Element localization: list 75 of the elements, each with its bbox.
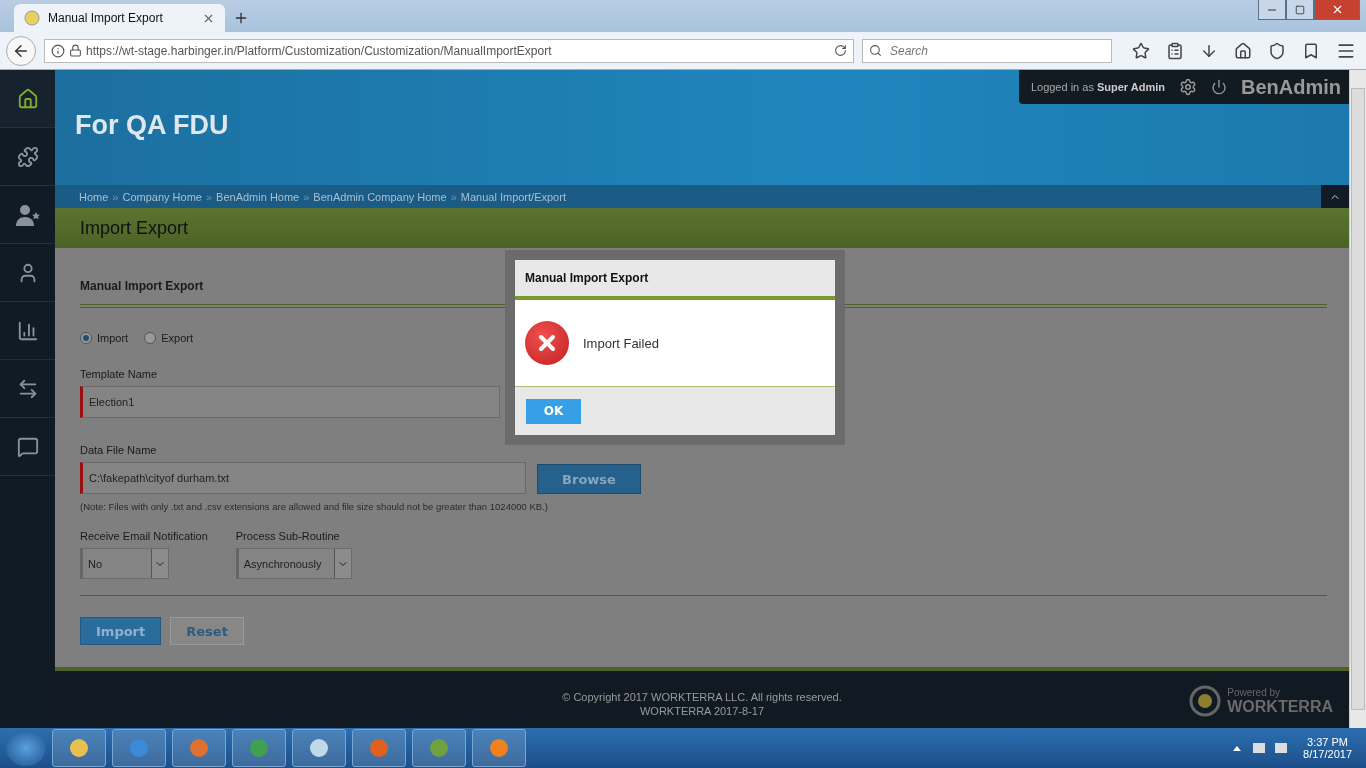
dialog-message: Import Failed <box>583 335 659 351</box>
breadcrumb-link[interactable]: Home <box>79 190 109 203</box>
puzzle-icon <box>16 145 39 168</box>
import-button[interactable]: Import <box>80 617 162 645</box>
breadcrumb-link[interactable]: Manual Import/Export <box>460 190 566 203</box>
power-icon[interactable] <box>1211 79 1227 95</box>
taskbar-app[interactable] <box>292 729 346 767</box>
person-star-icon <box>15 203 40 226</box>
home-icon[interactable] <box>1234 41 1252 60</box>
radio-option[interactable]: Export <box>144 332 193 344</box>
back-button[interactable] <box>6 35 36 66</box>
address-field[interactable]: https://wt-stage.harbinger.in/Platform/Customization/Customization/ManualImportExport <box>44 38 854 63</box>
app-icon <box>308 737 330 759</box>
taskbar-app[interactable] <box>52 729 106 767</box>
home-icon <box>16 87 39 110</box>
app-name: BenAdmin <box>1241 75 1341 99</box>
browse-button[interactable]: Browse <box>537 464 641 494</box>
page-title: Import Export <box>80 217 189 239</box>
dropdown[interactable]: Asynchronously <box>235 548 352 579</box>
app-icon <box>488 737 510 759</box>
sidebar-item[interactable] <box>0 70 55 128</box>
field-label: Data File Name <box>80 444 158 456</box>
clock-time: 3:37 PM <box>1307 736 1348 748</box>
app-icon <box>188 737 210 759</box>
maximize-icon <box>1295 4 1305 15</box>
star-icon[interactable] <box>1132 41 1150 60</box>
site-logo-icon <box>24 10 40 26</box>
speech-bubble-icon <box>16 435 39 458</box>
breadcrumb-separator: » <box>205 190 213 203</box>
field-label: Process Sub-Routine <box>235 530 341 542</box>
app-icon <box>68 737 90 759</box>
app-icon <box>368 737 390 759</box>
scrollbar[interactable] <box>1349 70 1366 728</box>
maximize-button[interactable] <box>1286 0 1314 20</box>
note-text: (Note: Files with only .txt and .csv extensions are allowed and file size should not be greater than 1024000 KB.) <box>80 501 549 512</box>
field-label: Receive Email Notification <box>80 530 208 542</box>
bookmark-icon[interactable] <box>1302 41 1320 60</box>
breadcrumb-separator: » <box>450 190 457 203</box>
clock-date: 8/17/2017 <box>1303 748 1352 760</box>
breadcrumb-link[interactable]: BenAdmin Company Home <box>313 190 447 203</box>
logged-in-text: Logged in as Super Admin <box>1030 81 1165 93</box>
version-text: WORKTERRA 2017-8-17 <box>639 704 765 717</box>
bar-chart-icon <box>16 319 39 342</box>
radio-option[interactable]: Import <box>80 332 129 344</box>
lock-icon <box>69 44 82 57</box>
field-label: Template Name <box>80 368 159 380</box>
dialog-title: Manual Import Export <box>525 271 649 285</box>
info-icon <box>51 43 65 58</box>
reading-list-icon[interactable] <box>1166 41 1184 60</box>
search-icon <box>869 44 882 57</box>
breadcrumb-link[interactable]: BenAdmin Home <box>216 190 300 203</box>
new-tab-icon[interactable] <box>233 10 249 26</box>
browser-tab[interactable]: Manual Import Export <box>14 4 225 32</box>
app-icon <box>248 737 270 759</box>
app-icon <box>428 737 450 759</box>
settings-icon[interactable] <box>1179 78 1197 96</box>
start-button[interactable] <box>6 730 46 766</box>
search-field[interactable]: Search <box>862 38 1112 63</box>
app-icon <box>128 737 150 759</box>
breadcrumb-separator: » <box>112 190 119 203</box>
powered-by-text: Powered by <box>1227 686 1282 698</box>
reset-button[interactable]: Reset <box>170 617 244 645</box>
minimize-button[interactable] <box>1258 0 1286 20</box>
company-name: For QA FDU <box>75 110 229 141</box>
breadcrumb-link[interactable]: Company Home <box>122 190 202 203</box>
breadcrumb-separator: » <box>303 190 310 203</box>
input-field[interactable]: Election1 <box>80 386 500 418</box>
reload-icon[interactable] <box>834 44 847 57</box>
logo-icon <box>1189 685 1222 717</box>
copyright-text: © Copyright 2017 WORKTERRA LLC. All rights reserved. <box>562 690 842 703</box>
search-input[interactable]: Search <box>888 42 1092 59</box>
dropdown[interactable]: No <box>80 548 169 579</box>
brand-name: WORKTERRA <box>1227 697 1333 716</box>
input-field[interactable]: C:\fakepath\cityof durham.txt <box>80 462 526 494</box>
ok-button[interactable]: OK <box>526 398 581 424</box>
